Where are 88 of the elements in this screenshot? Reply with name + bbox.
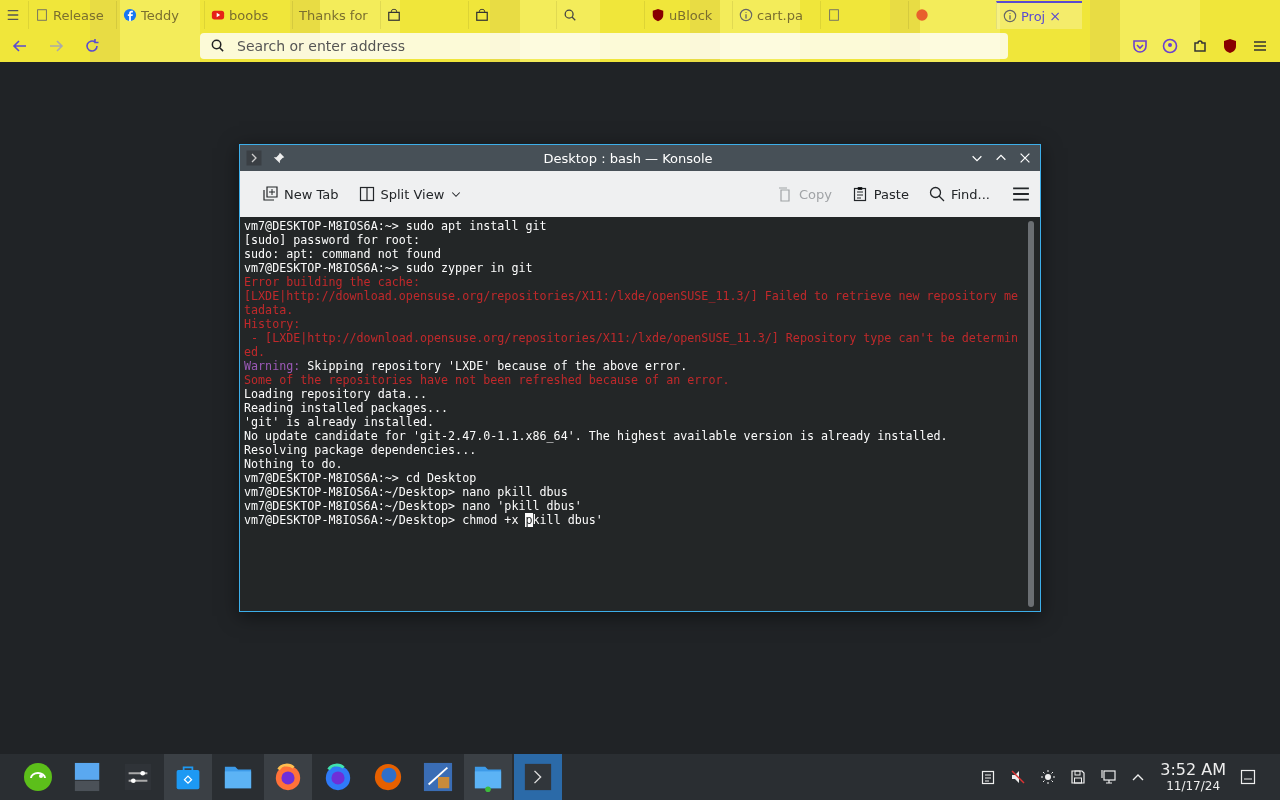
list-icon[interactable] bbox=[6, 8, 20, 22]
terminal-line: Reading installed packages... bbox=[244, 401, 449, 415]
tab-title: Proj bbox=[1021, 8, 1046, 24]
shield-icon[interactable] bbox=[1222, 38, 1238, 54]
browser-tab[interactable]: cart.pa bbox=[732, 1, 818, 29]
terminal-line: kill dbus' bbox=[532, 513, 603, 527]
back-icon[interactable] bbox=[12, 38, 28, 54]
sliders-icon bbox=[123, 762, 153, 792]
search-icon bbox=[928, 186, 945, 202]
browser-tab[interactable]: uBlock bbox=[644, 1, 730, 29]
pocket-icon[interactable] bbox=[1132, 38, 1148, 54]
scrollbar[interactable] bbox=[1028, 221, 1034, 607]
show-desktop-icon[interactable] bbox=[1240, 769, 1256, 785]
window-title: Desktop : bash — Konsole bbox=[542, 150, 714, 166]
terminal-icon bbox=[246, 150, 262, 166]
taskbar-item[interactable] bbox=[264, 754, 312, 800]
browser-tab[interactable]: Proj × bbox=[996, 1, 1082, 29]
wired-network-icon[interactable] bbox=[1100, 769, 1117, 785]
search-icon bbox=[563, 8, 577, 22]
browser-tab[interactable]: boobs bbox=[204, 1, 290, 29]
terminal-line: 'git' is already installed. bbox=[244, 415, 434, 429]
text-cursor: p bbox=[525, 513, 533, 527]
terminal-line: Resolving package dependencies... bbox=[244, 443, 477, 457]
toolbar-button[interactable]: Find... bbox=[920, 182, 998, 206]
tab-title: Release bbox=[53, 7, 104, 23]
close-icon[interactable] bbox=[1018, 151, 1032, 165]
browser-tab[interactable]: Release bbox=[28, 1, 114, 29]
pin-icon[interactable] bbox=[272, 151, 286, 165]
copy-icon bbox=[776, 186, 793, 202]
toolbar-button[interactable]: Paste bbox=[843, 182, 917, 206]
clock-date[interactable]: 11/17/24 bbox=[1166, 780, 1221, 792]
warning-label: Warning: bbox=[244, 359, 301, 373]
tab-title: boobs bbox=[229, 7, 269, 23]
terminal-line: Loading repository data... bbox=[244, 387, 427, 401]
terminal-line: vm7@DESKTOP-M8IOS6A:~> sudo zypper in git bbox=[244, 261, 533, 275]
error-line: Some of the repositories have not been refreshed because of an error. bbox=[244, 373, 730, 387]
tab-title: Thanks for bbox=[299, 7, 368, 23]
terminal-line: vm7@DESKTOP-M8IOS6A:~/Desktop> nano pkill dbus bbox=[244, 485, 568, 499]
fox-globe-icon bbox=[373, 762, 403, 792]
info-icon bbox=[739, 8, 753, 22]
clock-time[interactable]: 3:52 AM bbox=[1160, 762, 1226, 778]
error-line: History: bbox=[244, 317, 301, 331]
page-icon bbox=[35, 8, 49, 22]
search-icon bbox=[210, 38, 225, 53]
bag-icon bbox=[387, 8, 401, 22]
terminal-line: Nothing to do. bbox=[244, 457, 343, 471]
browser-tab[interactable]: Teddy bbox=[116, 1, 202, 29]
menu-icon[interactable] bbox=[1012, 185, 1030, 203]
error-line: [LXDE|http://download.opensuse.org/repositories/X11:/lxde/openSUSE_11.3/] Failed to retrieve new repository me bbox=[244, 289, 1018, 303]
error-line: tadata. bbox=[244, 303, 294, 317]
shield-icon bbox=[651, 8, 665, 22]
fox-globe-icon bbox=[323, 762, 353, 792]
terminal-line: Skipping repository 'LXDE' because of the above error. bbox=[306, 359, 688, 373]
terminal-line: No update candidate for 'git-2.47.0-1.1.x86_64'. The highest available version is already installed. bbox=[244, 429, 948, 443]
error-line: ed. bbox=[244, 345, 266, 359]
fox-globe-icon bbox=[273, 762, 303, 792]
terminal-line: vm7@DESKTOP-M8IOS6A:~> cd Desktop bbox=[244, 471, 477, 485]
dot-icon bbox=[915, 8, 929, 22]
toolbar-button[interactable]: Split View bbox=[350, 182, 471, 206]
address-field[interactable]: Search or enter address bbox=[200, 33, 1008, 59]
play-icon bbox=[211, 8, 225, 22]
terminal-line: vm7@DESKTOP-M8IOS6A:~/Desktop> chmod +x bbox=[244, 513, 520, 527]
clipboard-icon bbox=[851, 186, 868, 202]
terminal-icon bbox=[524, 763, 552, 791]
tab-title: uBlock bbox=[669, 7, 713, 23]
new-tab-icon bbox=[262, 186, 278, 202]
info-icon bbox=[1003, 9, 1017, 23]
terminal-line: vm7@DESKTOP-M8IOS6A:~/Desktop> nano 'pkill dbus' bbox=[244, 499, 582, 513]
reload-icon[interactable] bbox=[84, 38, 100, 54]
account-icon[interactable] bbox=[1162, 38, 1178, 54]
terminal-line: vm7@DESKTOP-M8IOS6A:~> sudo apt install git bbox=[244, 219, 547, 233]
tab-title: cart.pa bbox=[757, 7, 803, 23]
browser-tab[interactable]: Thanks for bbox=[292, 1, 378, 29]
clipboard-icon[interactable] bbox=[980, 769, 997, 785]
toolbar-button[interactable]: New Tab bbox=[254, 182, 347, 206]
terminal-line: [sudo] password for root: bbox=[244, 233, 420, 247]
error-line: - [LXDE|http://download.opensuse.org/repositories/X11:/lxde/openSUSE_11.3/] Repository type can't be determin bbox=[250, 331, 1018, 345]
f-logo-icon bbox=[123, 8, 137, 22]
page-icon bbox=[827, 8, 841, 22]
muted-speaker-icon[interactable] bbox=[1010, 769, 1027, 785]
terminal-line: sudo: apt: command not found bbox=[244, 247, 442, 261]
close-tab-button[interactable]: × bbox=[1049, 8, 1061, 24]
tab-title: Teddy bbox=[141, 7, 179, 23]
brightness-icon[interactable] bbox=[1040, 769, 1057, 785]
error-line: Error building the cache: bbox=[244, 275, 420, 289]
bag-icon bbox=[475, 8, 489, 22]
split-view-icon bbox=[358, 186, 375, 202]
taskbar-item[interactable] bbox=[464, 754, 512, 800]
